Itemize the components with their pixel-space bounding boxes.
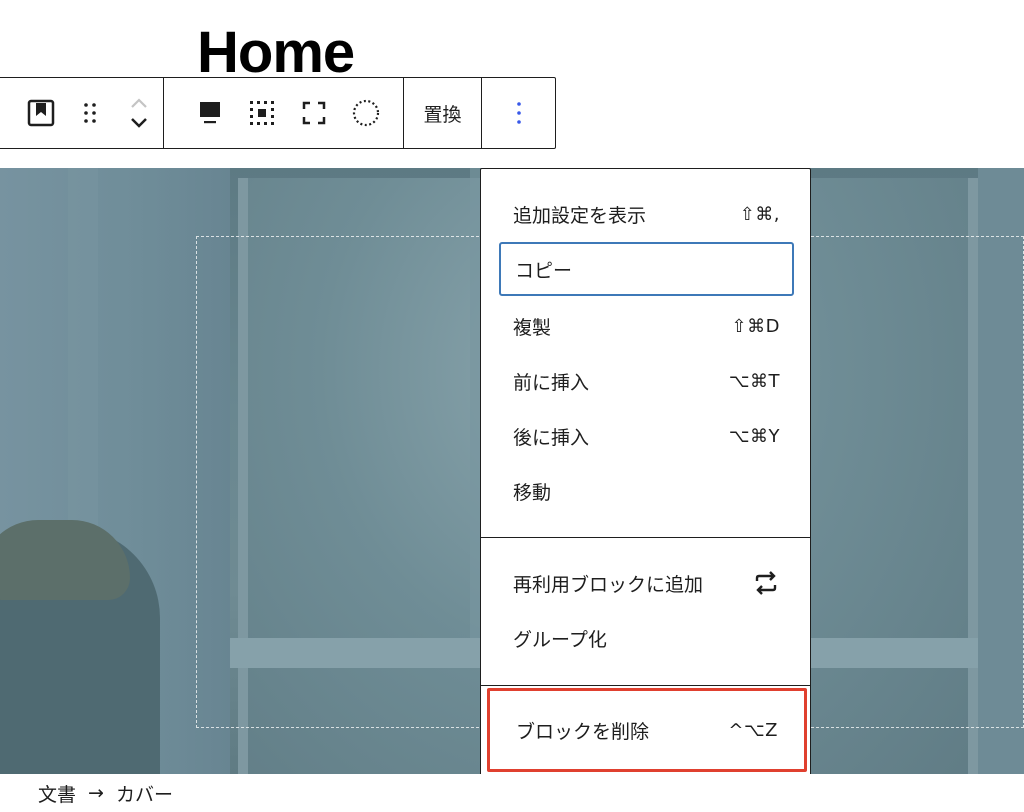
menu-section-remove: ブロックを削除 ^⌥Z [481,686,810,778]
vertical-align-icon [200,102,220,124]
more-vertical-icon [516,102,521,124]
breadcrumb-item-cover[interactable]: カバー [116,780,173,807]
menu-item-move[interactable]: 移動 [499,464,794,518]
move-up-down-button[interactable] [114,89,163,137]
chevron-up-icon [130,98,147,108]
menu-item-shortcut: ⇧⌘D [731,315,780,337]
menu-item-label: ブロックを削除 [516,720,650,743]
menu-item-label: コピー [515,259,573,282]
menu-item-add-reusable[interactable]: 再利用ブロックに追加 [499,556,794,610]
menu-item-show-more-settings[interactable]: 追加設定を表示 ⇧⌘, [499,187,794,241]
toolbar-group-options [482,78,555,148]
menu-item-remove-block[interactable]: ブロックを削除 ^⌥Z [487,688,807,772]
menu-item-label: 複製 [513,316,552,339]
menu-item-copy[interactable]: コピー [499,242,794,296]
content-position-button[interactable] [236,89,288,137]
drag-handle-icon [84,103,96,123]
menu-item-label: 再利用ブロックに追加 [513,573,704,596]
menu-item-shortcut: ⌥⌘T [728,370,780,392]
dotted-circle-icon [352,99,380,127]
chevron-down-icon [130,118,147,128]
menu-item-label: 前に挿入 [513,371,590,394]
menu-item-insert-before[interactable]: 前に挿入 ⌥⌘T [499,354,794,408]
menu-section-reusable: 再利用ブロックに追加 グループ化 [481,538,810,686]
menu-item-shortcut: ^⌥Z [728,719,778,741]
breadcrumb-item-document[interactable]: 文書 [38,780,76,807]
position-grid-icon [250,101,274,125]
options-button[interactable] [493,89,545,137]
toolbar-group-layout [164,78,404,148]
breadcrumb-separator: → [88,782,104,804]
reusable-block-icon [755,571,777,595]
full-height-button[interactable] [288,89,340,137]
menu-item-insert-after[interactable]: 後に挿入 ⌥⌘Y [499,409,794,463]
cover-block-icon [28,99,55,127]
menu-section-general: 追加設定を表示 ⇧⌘, コピー 複製 ⇧⌘D 前に挿入 ⌥⌘T 後に挿入 ⌥⌘Y… [481,169,810,538]
menu-item-label: 移動 [513,481,552,504]
block-toolbar: 置換 [0,77,556,149]
duotone-button[interactable] [340,89,392,137]
align-vertical-button[interactable] [184,89,236,137]
block-options-menu: 追加設定を表示 ⇧⌘, コピー 複製 ⇧⌘D 前に挿入 ⌥⌘T 後に挿入 ⌥⌘Y… [480,168,811,779]
toolbar-group-replace: 置換 [404,78,482,148]
menu-item-group[interactable]: グループ化 [499,611,794,665]
menu-item-label: 後に挿入 [513,426,590,449]
menu-item-duplicate[interactable]: 複製 ⇧⌘D [499,299,794,353]
menu-item-shortcut: ⌥⌘Y [728,425,780,447]
menu-item-label: 追加設定を表示 [513,204,647,227]
fullscreen-icon [302,101,326,125]
block-type-button[interactable] [17,89,66,137]
replace-button[interactable]: 置換 [423,100,461,127]
breadcrumb: 文書 → カバー [0,774,1024,812]
drag-handle-button[interactable] [66,89,115,137]
menu-item-shortcut: ⇧⌘, [739,203,780,225]
menu-item-label: グループ化 [513,628,607,651]
toolbar-group-block [0,78,164,148]
